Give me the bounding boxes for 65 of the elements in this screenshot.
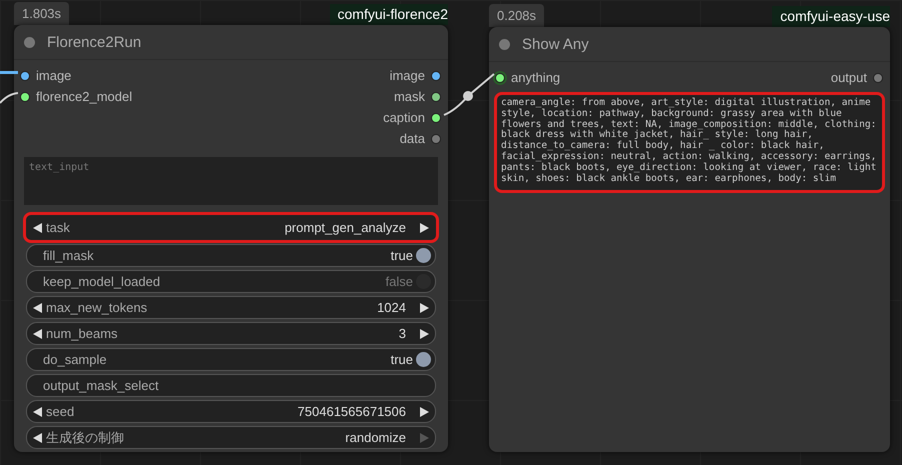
widget-value: false <box>386 274 413 289</box>
node-title: Florence2Run <box>47 34 142 50</box>
decrement-arrow-icon[interactable] <box>33 302 42 312</box>
widget-value: prompt_gen_analyze <box>284 220 406 235</box>
decrement-arrow-icon[interactable] <box>33 406 42 416</box>
decrement-arrow-icon[interactable] <box>33 432 42 442</box>
widget-value: 750461565671506 <box>298 404 406 419</box>
text-input-field[interactable]: text_input <box>24 157 438 205</box>
toggle-knob-icon[interactable] <box>416 274 431 289</box>
input-label: anything <box>511 70 560 85</box>
widget-value: true <box>390 352 413 367</box>
value-stepper[interactable]: seed 750461565671506 <box>26 400 436 423</box>
collapse-icon[interactable] <box>499 38 510 50</box>
toggle-knob-icon[interactable] <box>416 248 431 263</box>
widget-value: 1024 <box>377 300 406 315</box>
widget-label: fill_mask <box>43 248 95 263</box>
wire <box>443 72 495 116</box>
widget-label: num_beams <box>46 326 119 341</box>
toggle-widget[interactable]: fill_mask true <box>26 244 436 267</box>
widget-label: output_mask_select <box>43 378 160 393</box>
value-stepper[interactable]: 生成後の制御 randomize <box>26 426 436 449</box>
output-label: mask <box>394 89 425 104</box>
input-slot-icon[interactable] <box>20 70 30 80</box>
output-label: data <box>400 131 425 146</box>
node-source: comfyui-florence2 <box>330 4 448 25</box>
wire <box>0 71 18 74</box>
node-title: Show Any <box>522 36 589 52</box>
output-label: output <box>830 70 867 85</box>
execution-time: 0.208s <box>489 4 544 27</box>
wire <box>0 92 18 104</box>
text-widget[interactable]: output_mask_select <box>26 374 436 397</box>
widget-label: 生成後の制御 <box>46 428 125 446</box>
value-stepper[interactable]: max_new_tokens 1024 <box>26 296 436 319</box>
increment-arrow-icon[interactable] <box>420 328 429 338</box>
execution-time: 1.803s <box>14 2 70 25</box>
output-label: caption <box>383 110 425 125</box>
widget-label: seed <box>46 404 76 419</box>
input-label: image <box>36 68 72 83</box>
decrement-arrow-icon[interactable] <box>33 328 42 338</box>
value-stepper[interactable]: num_beams 3 <box>26 322 436 345</box>
node-source: comfyui-easy-use <box>772 6 890 27</box>
toggle-knob-icon[interactable] <box>416 352 431 367</box>
input-slot-icon[interactable] <box>20 92 30 102</box>
toggle-widget[interactable]: do_sample true <box>26 348 436 371</box>
output-label: image <box>390 68 425 83</box>
toggle-widget[interactable]: keep_model_loaded false <box>26 270 436 293</box>
widget-value: 3 <box>398 326 406 341</box>
increment-arrow-icon[interactable] <box>420 302 429 312</box>
output-text-box: camera_angle: from above, art_style: digital illustration, anime style, location: pathway, background: grassy area with blue flowers and trees, text: NA, image_composition: middle, clothing: black dress with white jacket, hair_ style: long hair, distance_to_camera: full body, hair _ color: black hair, facial_expression: neutral, action: walking, accessory: earrings, pants: black boots, eye_direction: looking at viewer, race: light skin, shoes: black ankle boots, ear: earphones, body: slim <box>494 92 885 193</box>
input-slot-icon[interactable] <box>495 72 505 82</box>
decrement-arrow-icon[interactable] <box>33 222 42 232</box>
output-slot-icon[interactable] <box>431 112 441 122</box>
value-stepper[interactable]: task prompt_gen_analyze <box>23 212 439 243</box>
increment-arrow-icon[interactable] <box>420 222 429 232</box>
widget-label: keep_model_loaded <box>43 274 162 289</box>
output-slot-icon[interactable] <box>431 92 441 102</box>
widget-label: max_new_tokens <box>46 300 148 315</box>
widget-label: do_sample <box>43 352 108 367</box>
widget-value: true <box>390 248 413 263</box>
input-label: florence2_model <box>36 89 132 104</box>
collapse-icon[interactable] <box>24 36 35 48</box>
widget-label: task <box>46 220 71 235</box>
output-slot-icon[interactable] <box>431 70 441 80</box>
widget-value: randomize <box>345 430 406 445</box>
increment-arrow-icon[interactable] <box>420 406 429 416</box>
